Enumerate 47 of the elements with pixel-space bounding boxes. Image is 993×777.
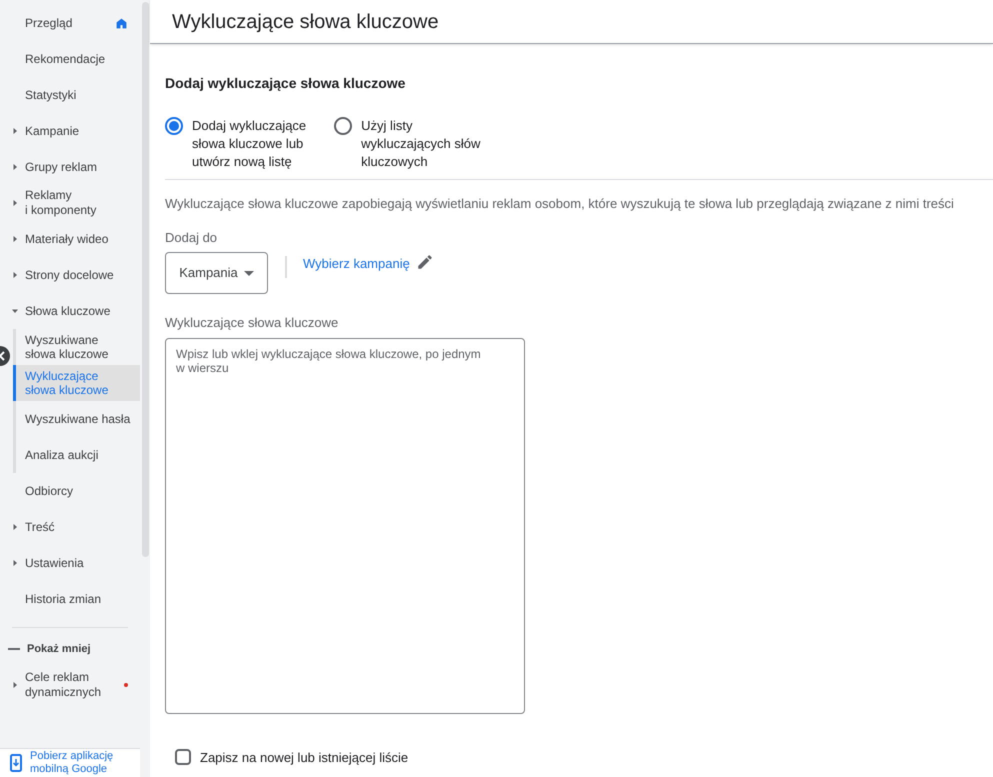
- page-title: Wykluczające słowa kluczowe: [172, 10, 439, 34]
- checkbox[interactable]: [175, 749, 191, 766]
- radio-label: Dodaj wykluczające słowa kluczowe lub utwórz nową listę: [192, 117, 306, 171]
- nav-subitem[interactable]: Wyszukiwane hasła: [16, 401, 140, 437]
- pencil-icon: [416, 253, 434, 271]
- show-less-toggle[interactable]: Pokaż mniej: [0, 638, 140, 660]
- nav-item[interactable]: Odbiorcy: [0, 473, 140, 509]
- nav-item[interactable]: Treść: [0, 509, 140, 545]
- field-label: Wykluczające słowa kluczowe: [165, 314, 340, 332]
- minus-icon: [8, 648, 20, 650]
- caret-icon: [12, 682, 18, 688]
- caret-icon: [12, 128, 18, 134]
- nav-item[interactable]: Statystyki: [0, 77, 140, 113]
- radio-button[interactable]: [165, 117, 183, 135]
- nav-item[interactable]: Reklamy i komponenty: [0, 185, 140, 221]
- caret-icon: [12, 236, 18, 242]
- checkbox-label: Zapisz na nowej lub istniejącej liście: [200, 748, 408, 767]
- nav-item[interactable]: Cele reklam dynamicznych: [0, 667, 140, 703]
- nav-subitem[interactable]: Wyszukiwane słowa kluczowe: [16, 329, 140, 365]
- app-download-banner[interactable]: Pobierz aplikację mobilną Google: [0, 748, 140, 777]
- description: Wykluczające słowa kluczowe zapobiegają wyświetlaniu reklam osobom, które wyszukują te słowa lub przeglądają związane z nimi treści: [165, 195, 955, 213]
- nav-item[interactable]: Materiały wideo: [0, 221, 140, 257]
- nav-item[interactable]: Grupy reklam: [0, 149, 140, 185]
- dropdown-arrow-icon: [244, 270, 254, 276]
- nav-item[interactable]: Słowa kluczowe: [0, 293, 140, 329]
- choose-campaign-link[interactable]: Wybierz kampanię: [303, 254, 410, 274]
- section-title: Dodaj wykluczające słowa kluczowe: [165, 74, 406, 93]
- radio-button[interactable]: [334, 117, 352, 135]
- keywords-field[interactable]: Wpisz lub wklej wykluczające słowa kluczowe, po jednym w wierszu: [165, 338, 525, 714]
- caret-icon: [12, 200, 18, 206]
- radio-label: Użyj listy wykluczających słów kluczowych: [361, 117, 480, 171]
- campaign-dropdown[interactable]: Kampania: [165, 252, 268, 294]
- home-icon: [115, 16, 128, 30]
- caret-icon: [12, 272, 18, 278]
- nav-item[interactable]: Ustawienia: [0, 545, 140, 581]
- caret-icon: [12, 164, 18, 170]
- phone-download-icon: [10, 754, 22, 772]
- nav-item[interactable]: Przegląd: [0, 5, 140, 41]
- nav-subitem[interactable]: Analiza aukcji: [16, 437, 140, 473]
- nav-item[interactable]: Rekomendacje: [0, 41, 140, 77]
- nav-item[interactable]: Kampanie: [0, 113, 140, 149]
- caret-icon: [12, 560, 18, 566]
- caret-icon: [12, 524, 18, 530]
- nav-item[interactable]: Historia zmian: [0, 581, 140, 617]
- caret-icon: [12, 308, 18, 314]
- field-label: Dodaj do: [165, 228, 218, 247]
- nav-item[interactable]: Strony docelowe: [0, 257, 140, 293]
